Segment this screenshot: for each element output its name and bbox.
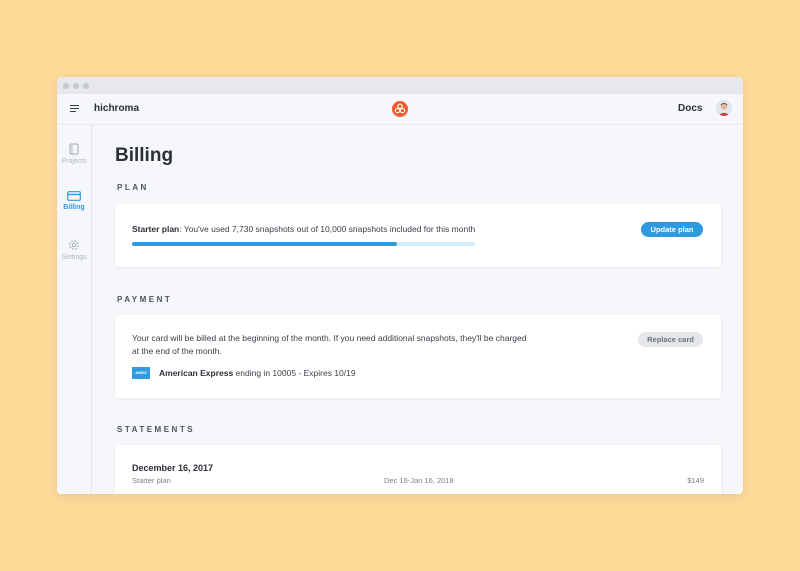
payment-card: Your card will be billed at the beginnin… [115,315,721,398]
amex-card-icon: AMEX [132,367,150,379]
statement-date: December 16, 2017 [132,463,214,473]
sidebar-item-label: Billing [63,204,85,211]
plan-section-title: PLAN [117,183,149,192]
sidebar-item-label: Projects [61,158,87,165]
update-plan-button[interactable]: Update plan [641,222,703,237]
statements-card: December 16, 2017 Starter plan Dec 16-Ja… [115,445,721,494]
card-brand: American Express [159,368,234,378]
window-titlebar [57,77,743,94]
top-bar: hichroma Docs [57,94,743,125]
replace-card-button[interactable]: Replace card [638,332,703,347]
sidebar: Projects Billing Settings [57,125,92,494]
user-avatar[interactable] [716,100,732,116]
page-title: Billing [115,145,174,166]
sidebar-item-label: Settings [61,254,87,261]
statement-amount: $149 [687,476,704,485]
statements-section-title: STATEMENTS [117,425,196,434]
sidebar-item-projects[interactable]: Projects [57,143,91,165]
hamburger-menu-icon[interactable] [70,105,79,113]
plan-card: Starter plan: You've used 7,730 snapshot… [115,204,721,267]
statement-plan: Starter plan [132,476,171,485]
window-dot-zoom[interactable] [83,82,89,89]
credit-card-icon [67,191,81,201]
usage-progress-bar [132,242,475,246]
plan-usage-text: Starter plan: You've used 7,730 snapshot… [132,224,475,234]
plan-name: Starter plan [132,224,180,234]
gear-icon [69,240,79,250]
brand-name[interactable]: hichroma [94,103,139,114]
payment-description: Your card will be billed at the beginnin… [132,333,527,356]
book-icon [69,143,79,155]
chromatic-logo-icon[interactable] [392,101,408,117]
docs-link[interactable]: Docs [678,103,702,114]
sidebar-item-billing[interactable]: Billing [57,191,91,211]
app-window: hichroma Docs Projects Billing Settings … [57,77,743,494]
statement-range: Dec 16-Jan 16, 2018 [384,476,454,485]
window-dot-close[interactable] [63,82,69,89]
card-on-file: American Express ending in 10005 - Expir… [159,368,356,378]
usage-progress-fill [132,242,398,246]
card-details: ending in 10005 - Expires 10/19 [233,368,356,378]
plan-usage-detail: : You've used 7,730 snapshots out of 10,… [179,224,476,234]
window-dot-minimize[interactable] [73,82,79,89]
payment-section-title: PAYMENT [117,295,173,304]
sidebar-item-settings[interactable]: Settings [57,239,91,261]
